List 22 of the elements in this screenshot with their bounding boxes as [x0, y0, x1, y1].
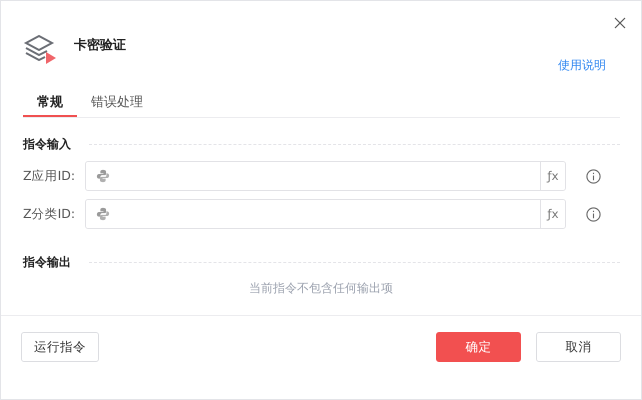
input-field[interactable]: ƒx — [85, 161, 566, 191]
run-button[interactable]: 运行指令 — [21, 332, 99, 362]
python-icon — [96, 169, 110, 183]
info-icon[interactable] — [586, 206, 601, 222]
dialog-title: 卡密验证 — [74, 36, 126, 54]
empty-message: 当前指令不包含任何输出项 — [1, 280, 641, 316]
input-field[interactable]: ƒx — [85, 199, 566, 229]
formula-button[interactable]: ƒx — [540, 162, 565, 190]
tab[interactable]: 常规 — [23, 87, 77, 117]
field-label: Z分类ID: — [23, 206, 76, 222]
cancel-button[interactable]: 取消 — [536, 332, 621, 362]
formula-button[interactable]: ƒx — [540, 200, 565, 228]
layers-icon — [23, 33, 57, 67]
python-icon — [96, 207, 110, 221]
confirm-button[interactable]: 确定 — [436, 332, 521, 362]
section-title: 指令输出 — [23, 254, 71, 270]
help-link[interactable]: 使用说明 — [558, 57, 606, 73]
section-title: 指令输入 — [23, 136, 71, 152]
close-icon[interactable] — [614, 17, 626, 29]
info-icon[interactable] — [586, 168, 601, 184]
tab[interactable]: 错误处理 — [77, 87, 157, 115]
field-label: Z应用ID: — [23, 168, 76, 184]
